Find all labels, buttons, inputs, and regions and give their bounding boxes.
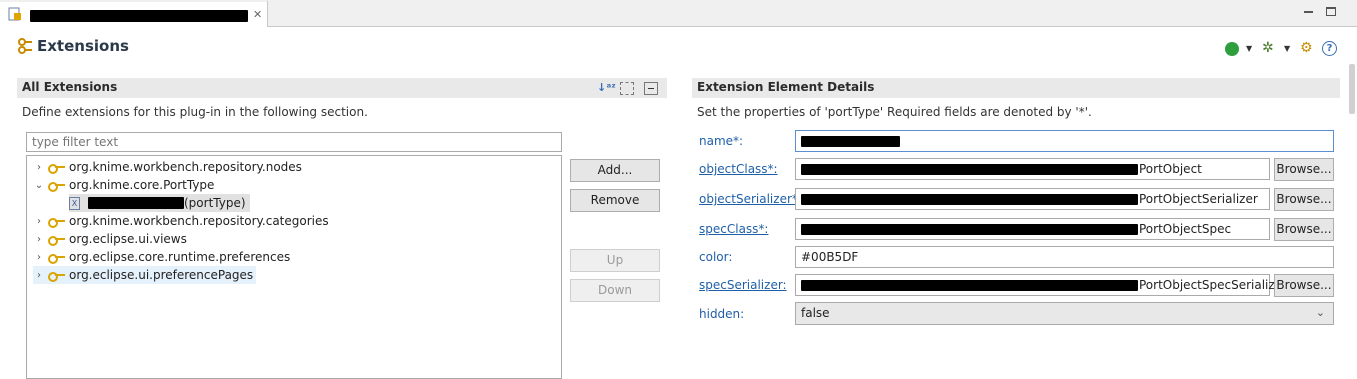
tree-item-ui-views[interactable]: › org.eclipse.ui.views <box>33 230 187 248</box>
color-label: color: <box>699 250 733 264</box>
specclass-link[interactable]: specClass*: <box>699 222 768 236</box>
remove-button[interactable]: Remove <box>570 189 660 212</box>
expand-chevron-icon[interactable]: › <box>33 270 45 281</box>
expand-chevron-icon[interactable]: › <box>33 162 45 173</box>
maximize-icon[interactable] <box>1326 7 1336 16</box>
tree-item-repository-nodes[interactable]: › org.knime.workbench.repository.nodes <box>33 158 302 176</box>
element-details-title: Extension Element Details <box>697 80 875 94</box>
tree-item-repository-categories[interactable]: › org.knime.workbench.repository.categor… <box>33 212 329 230</box>
tree-item-label: org.knime.core.PortType <box>69 178 215 192</box>
minimize-icon[interactable] <box>1304 11 1313 13</box>
objectclass-prefix-redacted <box>801 164 1138 175</box>
expand-all-icon[interactable] <box>620 82 634 95</box>
vertical-scrollbar[interactable] <box>1349 64 1355 114</box>
element-details-description: Set the properties of 'portType' Require… <box>697 105 1092 119</box>
down-button[interactable]: Down <box>570 279 660 302</box>
hidden-label: hidden: <box>699 307 745 321</box>
tree-item-porttype[interactable]: ⌄ org.knime.core.PortType <box>33 176 214 194</box>
objectclass-field[interactable]: PortObject <box>795 158 1270 180</box>
tree-item-label: org.eclipse.core.runtime.preferences <box>69 250 291 264</box>
extension-point-icon <box>48 163 66 174</box>
add-button[interactable]: Add... <box>570 159 660 182</box>
tree-item-porttype-element[interactable]: X (portType) <box>69 194 250 212</box>
specclass-browse-button[interactable]: Browse... <box>1274 218 1334 241</box>
element-details-header: Extension Element Details <box>692 78 1340 98</box>
editor-tab-bar: ✕ <box>0 0 1357 27</box>
objectclass-browse-button[interactable]: Browse... <box>1274 158 1334 181</box>
specserializer-link[interactable]: specSerializer: <box>699 278 787 292</box>
specserializer-browse-button[interactable]: Browse... <box>1274 274 1334 297</box>
page-title: Extensions <box>37 37 129 55</box>
editor-tab-title-redacted <box>30 10 248 22</box>
objectserializer-prefix-redacted <box>801 194 1138 205</box>
tree-item-preference-pages[interactable]: › org.eclipse.ui.preferencePages <box>33 266 257 284</box>
name-label: name*: <box>699 134 744 148</box>
extension-point-icon <box>48 217 66 228</box>
extension-filter-input[interactable] <box>26 132 562 152</box>
expand-chevron-icon[interactable]: › <box>33 234 45 245</box>
help-icon[interactable]: ? <box>1322 41 1337 56</box>
specserializer-prefix-redacted <box>801 280 1138 291</box>
objectserializer-suffix: PortObjectSerializer <box>1139 192 1258 206</box>
debug-dropdown-icon[interactable]: ▼ <box>1284 44 1290 53</box>
tree-item-label: org.knime.workbench.repository.categorie… <box>69 214 329 228</box>
tree-item-label: org.knime.workbench.repository.nodes <box>69 160 302 174</box>
extension-wizard-icon[interactable]: ⚙ <box>1300 40 1313 56</box>
specserializer-suffix: PortObjectSpecSerializer <box>1139 278 1287 292</box>
hidden-select[interactable]: false ⌄ <box>795 302 1334 325</box>
specclass-prefix-redacted <box>801 224 1138 235</box>
editor-tab[interactable]: ✕ <box>0 0 268 27</box>
tree-item-label: (portType) <box>184 196 246 210</box>
tree-item-label: org.eclipse.ui.views <box>69 232 187 246</box>
expand-chevron-icon[interactable]: › <box>33 216 45 227</box>
color-field[interactable]: #00B5DF <box>795 246 1334 268</box>
chevron-down-icon[interactable]: ⌄ <box>1316 306 1325 319</box>
debug-icon[interactable]: ✲ <box>1262 40 1274 56</box>
objectserializer-browse-button[interactable]: Browse... <box>1274 188 1334 211</box>
extension-point-icon <box>48 253 66 264</box>
expand-chevron-icon[interactable]: › <box>33 252 45 263</box>
specserializer-field[interactable]: PortObjectSpecSerializer <box>795 274 1287 296</box>
name-value-redacted <box>801 136 900 147</box>
objectclass-link[interactable]: objectClass*: <box>699 162 778 176</box>
element-icon: X <box>69 196 80 210</box>
all-extensions-description: Define extensions for this plug-in in th… <box>22 105 368 119</box>
extensions-page-icon <box>17 38 33 57</box>
collapse-chevron-icon[interactable]: ⌄ <box>33 180 45 191</box>
run-icon[interactable] <box>1225 42 1239 56</box>
all-extensions-header: All Extensions <box>17 78 667 98</box>
extension-point-icon <box>48 181 66 192</box>
up-button[interactable]: Up <box>570 249 660 272</box>
sort-alpha-icon[interactable]: ↓ᵃᶻ <box>597 81 616 94</box>
specclass-field[interactable]: PortObjectSpec <box>795 218 1270 240</box>
hidden-selected-value: false <box>801 306 830 320</box>
name-field[interactable] <box>795 130 1334 152</box>
collapse-all-icon[interactable] <box>644 82 658 95</box>
objectserializer-link[interactable]: objectSerializer*: <box>699 192 802 206</box>
run-dropdown-icon[interactable]: ▼ <box>1246 44 1252 53</box>
all-extensions-title: All Extensions <box>22 80 118 94</box>
objectclass-suffix: PortObject <box>1139 162 1202 176</box>
tree-item-runtime-preferences[interactable]: › org.eclipse.core.runtime.preferences <box>33 248 290 266</box>
extension-point-icon <box>48 235 66 246</box>
tab-close-icon[interactable]: ✕ <box>253 8 262 21</box>
element-name-redacted <box>88 197 184 209</box>
tree-item-label: org.eclipse.ui.preferencePages <box>69 268 254 282</box>
extensions-tree[interactable]: › org.knime.workbench.repository.nodes ⌄… <box>26 155 562 379</box>
objectserializer-field[interactable]: PortObjectSerializer <box>795 188 1270 210</box>
plugin-manifest-icon <box>8 7 22 21</box>
extension-point-icon <box>48 271 66 282</box>
specclass-suffix: PortObjectSpec <box>1139 222 1232 236</box>
